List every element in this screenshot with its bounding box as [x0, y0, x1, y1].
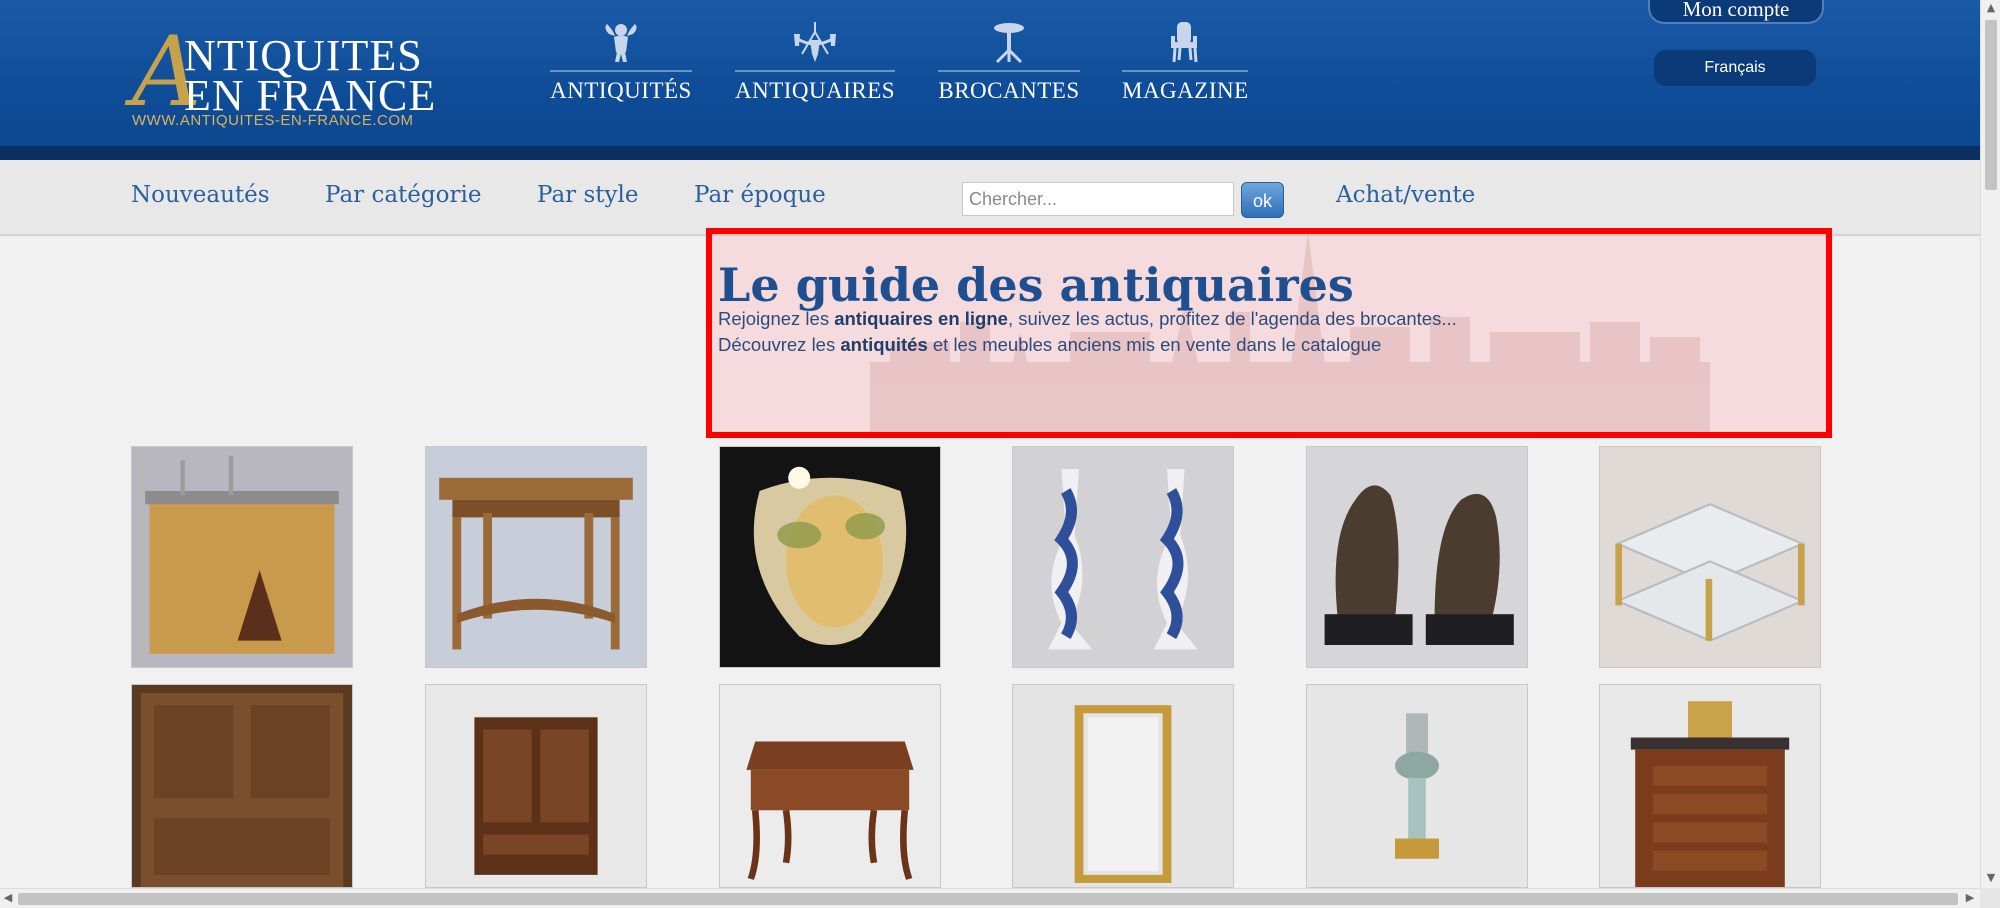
product-image — [132, 447, 352, 667]
header-bottom-strip — [0, 146, 1980, 160]
nav-brocantes[interactable]: BROCANTES — [938, 20, 1080, 110]
product-image — [1600, 685, 1820, 887]
table-icon — [994, 23, 1024, 64]
product-thumb-6[interactable] — [1599, 446, 1821, 668]
product-thumb-12[interactable] — [1599, 684, 1821, 888]
product-image — [1600, 447, 1820, 667]
hero-line-2: Découvrez les antiquités et les meubles … — [718, 334, 1381, 356]
horizontal-scroll-thumb[interactable] — [18, 893, 1958, 905]
product-thumb-8[interactable] — [425, 684, 647, 888]
hero-line-2-post: et les meubles anciens mis en vente dans… — [927, 334, 1382, 355]
nav-label: ANTIQUAIRES — [735, 78, 896, 103]
product-thumb-7[interactable] — [131, 684, 353, 888]
product-image — [132, 685, 352, 887]
nav-antiquites[interactable]: ANTIQUITÉS — [550, 20, 692, 110]
nav-divider — [938, 70, 1080, 72]
product-image — [1013, 685, 1233, 887]
product-image — [720, 447, 940, 667]
scroll-down-arrow-icon[interactable]: ▼ — [1985, 872, 1997, 884]
search-input[interactable] — [962, 182, 1234, 216]
account-button[interactable]: Mon compte — [1648, 0, 1824, 24]
nav-antiquaires[interactable]: ANTIQUAIRES — [735, 20, 895, 110]
nav-achat-vente[interactable]: Achat/vente — [1336, 182, 1475, 208]
product-image — [426, 685, 646, 887]
vertical-scroll-thumb[interactable] — [1985, 20, 1997, 190]
nav-par-style[interactable]: Par style — [537, 182, 638, 208]
product-thumb-3[interactable] — [719, 446, 941, 668]
product-thumb-5[interactable] — [1306, 446, 1528, 668]
nav-label: BROCANTES — [938, 78, 1080, 103]
vertical-scrollbar[interactable]: ▲ ▼ — [1980, 0, 2000, 888]
nav-label: ANTIQUITÉS — [550, 78, 692, 103]
category-nav: Nouveautés Par catégorie Par style Par é… — [0, 160, 1980, 236]
cherub-icon — [605, 24, 637, 62]
product-thumb-9[interactable] — [719, 684, 941, 888]
scroll-left-arrow-icon[interactable]: ◀ — [2, 892, 14, 904]
product-image — [1307, 447, 1527, 667]
site-header: A NTIQUITES EN FRANCE WWW.ANTIQUITES-EN-… — [0, 0, 1980, 160]
horizontal-scrollbar[interactable]: ◀ ▶ — [0, 888, 1980, 908]
chair-icon — [1171, 22, 1198, 63]
product-thumb-1[interactable] — [131, 446, 353, 668]
logo-url: WWW.ANTIQUITES-EN-FRANCE.COM — [132, 112, 414, 129]
search-submit-button[interactable]: ok — [1241, 182, 1284, 218]
hero-line-1: Rejoignez les antiquaires en ligne, suiv… — [718, 308, 1457, 330]
product-image — [426, 447, 646, 667]
site-logo[interactable]: A NTIQUITES EN FRANCE WWW.ANTIQUITES-EN-… — [128, 24, 438, 134]
hero-line-2-pre: Découvrez les — [718, 334, 841, 355]
hero-title: Le guide des antiquaires — [718, 258, 1354, 312]
nav-divider — [550, 70, 692, 72]
scrollbar-corner — [1980, 888, 2000, 908]
nav-divider — [735, 70, 895, 72]
language-selector[interactable]: Français — [1654, 50, 1816, 86]
product-image — [720, 685, 940, 887]
nav-par-categorie[interactable]: Par catégorie — [325, 182, 481, 208]
antiquaires-link[interactable]: antiquaires en ligne — [834, 308, 1008, 329]
hero-line-1-pre: Rejoignez les — [718, 308, 835, 329]
chandelier-icon — [794, 22, 836, 62]
product-image — [1013, 447, 1233, 667]
hero-line-1-post: , suivez les actus, profitez de l'agenda… — [1007, 308, 1457, 329]
scroll-up-arrow-icon[interactable]: ▲ — [1985, 2, 1997, 14]
nav-label: MAGAZINE — [1122, 78, 1249, 103]
product-thumb-2[interactable] — [425, 446, 647, 668]
product-thumb-11[interactable] — [1306, 684, 1528, 888]
nav-par-epoque[interactable]: Par époque — [694, 182, 826, 208]
product-thumb-10[interactable] — [1012, 684, 1234, 888]
scroll-right-arrow-icon[interactable]: ▶ — [1964, 892, 1976, 904]
nav-magazine[interactable]: MAGAZINE — [1122, 20, 1248, 110]
product-thumb-4[interactable] — [1012, 446, 1234, 668]
antiquites-link[interactable]: antiquités — [840, 334, 927, 355]
product-image — [1307, 685, 1527, 887]
nav-nouveautes[interactable]: Nouveautés — [131, 182, 270, 208]
nav-divider — [1122, 70, 1248, 72]
